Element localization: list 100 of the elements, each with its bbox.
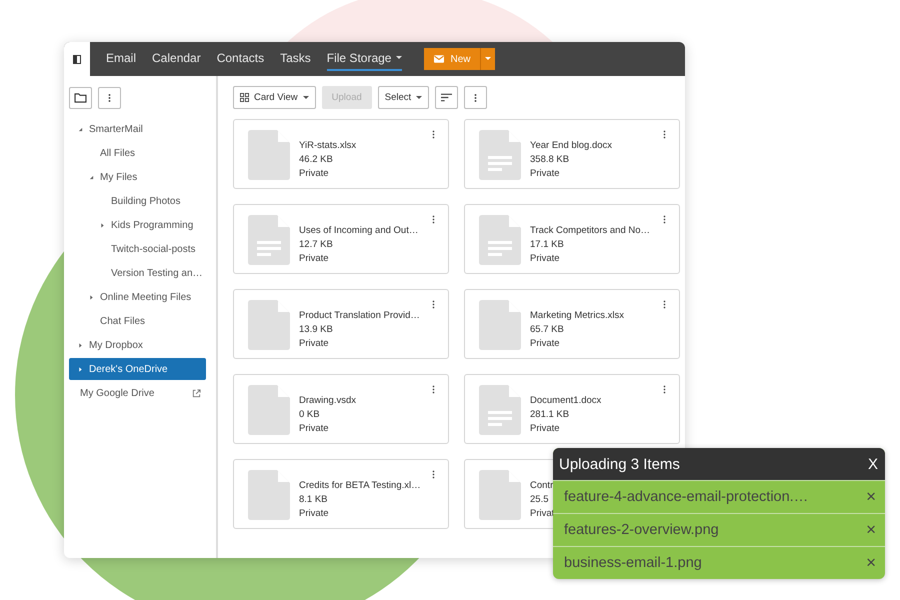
file-sharing: Private [530, 167, 561, 181]
more-icon[interactable] [432, 300, 435, 309]
more-icon[interactable] [432, 215, 435, 224]
file-card[interactable]: Marketing Metrics.xlsx 65.7 KB Private [464, 289, 680, 359]
grid-icon [240, 93, 249, 102]
folder-item[interactable]: My Google Drive [69, 382, 206, 404]
more-icon[interactable] [663, 215, 666, 224]
file-size: 8.1 KB [299, 493, 329, 507]
file-size: 13.9 KB [299, 323, 334, 337]
folder-item[interactable]: My Files [69, 166, 206, 188]
sort-icon [441, 93, 452, 102]
folder-item[interactable]: Derek's OneDrive [69, 358, 206, 380]
folder-item[interactable]: Chat Files [69, 310, 206, 332]
folder-item[interactable]: Kids Programming [69, 214, 206, 236]
more-icon[interactable] [663, 300, 666, 309]
file-size: 0 KB [299, 408, 321, 422]
file-name: Product Translation Provid… [299, 309, 420, 323]
folder-label: All Files [100, 148, 136, 158]
folder-label: Version Testing an… [111, 268, 203, 278]
file-name: YiR-stats.xlsx [299, 139, 356, 153]
folder-item[interactable]: My Dropbox [69, 334, 206, 356]
nav-tab[interactable]: Contacts [216, 47, 264, 71]
file-sharing: Private [530, 422, 561, 436]
folder-item[interactable]: Online Meeting Files [69, 286, 206, 308]
file-sharing: Private [299, 422, 330, 436]
more-icon[interactable] [663, 385, 666, 394]
expander-icon[interactable] [78, 366, 83, 372]
nav-tab[interactable]: Email [106, 47, 136, 71]
file-size: 17.1 KB [530, 238, 565, 252]
sort-button[interactable] [435, 86, 458, 109]
more-icon[interactable] [432, 470, 435, 479]
file-card[interactable]: Track Competitors and No… 17.1 KB Private [464, 204, 680, 274]
more-icon[interactable] [432, 130, 435, 139]
folder-label: Derek's OneDrive [89, 364, 168, 374]
folder-label: Kids Programming [111, 220, 194, 230]
folder-item[interactable]: Building Photos [69, 190, 206, 212]
new-dropdown-button[interactable] [480, 48, 496, 70]
file-sharing: Private [299, 507, 330, 521]
folder-label: Twitch-social-posts [111, 244, 196, 254]
remove-button[interactable]: × [866, 553, 876, 573]
folder-item[interactable]: SmarterMail [69, 118, 206, 140]
close-button[interactable]: X [868, 456, 878, 472]
folder-label: My Google Drive [80, 388, 154, 398]
sidebar-toggle-icon[interactable] [64, 42, 90, 76]
caret-icon [485, 57, 492, 61]
file-name: Track Competitors and No… [530, 224, 650, 238]
file-size: 281.1 KB [530, 408, 570, 422]
toolbar-button[interactable]: Select [378, 86, 430, 109]
folder-label: Online Meeting Files [100, 292, 192, 302]
upload-file-name: business-email-1.png [564, 555, 702, 571]
file-card[interactable]: Product Translation Provid… 13.9 KB Private [233, 289, 449, 359]
file-sharing: Private [530, 337, 561, 351]
file-sharing: Private [299, 167, 330, 181]
file-size: 25.5 [530, 493, 550, 507]
folder-label: Chat Files [100, 316, 146, 326]
folder-label: Building Photos [111, 196, 180, 206]
envelope-icon [434, 55, 444, 63]
remove-button[interactable]: × [866, 487, 876, 507]
folder-item[interactable]: All Files [69, 142, 206, 164]
folder-icon [74, 93, 87, 103]
folder-item[interactable]: Twitch-social-posts [69, 238, 206, 260]
file-sharing: Private [299, 252, 330, 266]
file-card[interactable]: Credits for BETA Testing.xl… 8.1 KB Private [233, 459, 449, 529]
file-name: Document1.docx [530, 394, 602, 408]
folder-button[interactable] [69, 87, 92, 109]
file-card[interactable]: Document1.docx 281.1 KB Private [464, 374, 680, 444]
expander-icon[interactable] [89, 294, 94, 300]
file-card[interactable]: Uses of Incoming and Out… 12.7 KB Private [233, 204, 449, 274]
more-icon [108, 93, 111, 103]
file-sharing: Privat [530, 507, 554, 521]
nav-tab[interactable]: Tasks [280, 47, 311, 71]
file-card[interactable]: Drawing.vsdx 0 KB Private [233, 374, 449, 444]
expander-icon[interactable] [78, 126, 83, 132]
file-name: Credits for BETA Testing.xl… [299, 479, 421, 493]
file-size: 65.7 KB [530, 323, 565, 337]
file-name: Uses of Incoming and Out… [299, 224, 418, 238]
file-name: Year End blog.docx [530, 139, 612, 153]
file-size: 46.2 KB [299, 153, 334, 167]
folder-label: My Dropbox [89, 340, 143, 350]
more-icon[interactable] [663, 130, 666, 139]
caret-icon [302, 96, 309, 100]
expander-icon[interactable] [78, 342, 83, 348]
nav-tab[interactable]: File Storage [326, 47, 402, 71]
file-sharing: Private [530, 252, 561, 266]
expander-icon[interactable] [89, 174, 94, 180]
remove-button[interactable]: × [866, 520, 876, 540]
caret-icon [416, 96, 422, 100]
toolbar-button[interactable]: Card View [233, 86, 316, 109]
more-icon [474, 92, 478, 102]
file-card[interactable]: Year End blog.docx 358.8 KB Private [464, 119, 680, 189]
nav-tab[interactable]: Calendar [152, 47, 201, 71]
expander-icon[interactable] [100, 222, 105, 228]
folder-item[interactable]: Version Testing an… [69, 262, 206, 284]
file-name: Contr [530, 479, 554, 493]
external-link-icon[interactable] [192, 388, 201, 398]
file-card[interactable]: YiR-stats.xlsx 46.2 KB Private [233, 119, 449, 189]
file-name: Marketing Metrics.xlsx [530, 309, 624, 323]
more-icon[interactable] [432, 385, 435, 394]
file-size: 12.7 KB [299, 238, 334, 252]
folder-label: My Files [100, 172, 138, 182]
